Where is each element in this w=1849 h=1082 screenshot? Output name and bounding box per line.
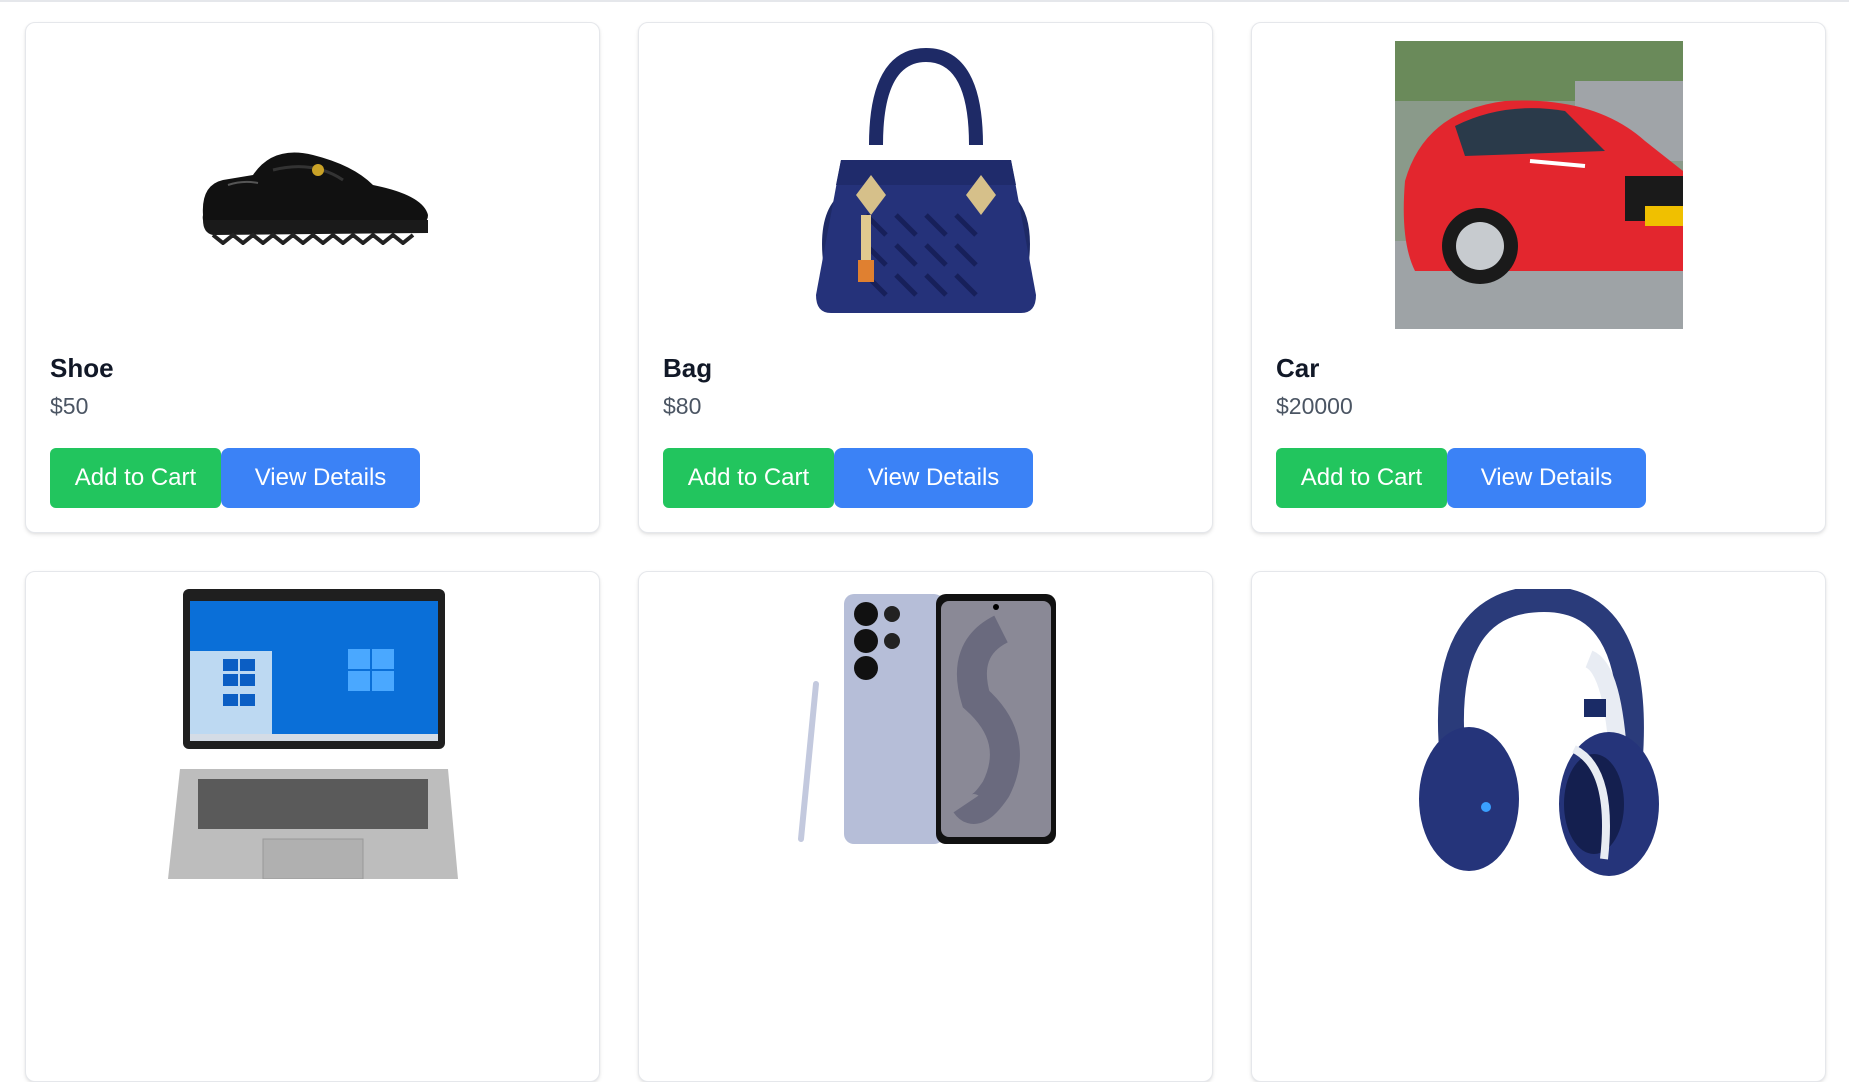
car-image xyxy=(1394,41,1683,329)
product-price: $50 xyxy=(50,393,89,419)
product-card: Bag $80 Add to Cart View Details xyxy=(638,22,1213,533)
product-card xyxy=(1251,571,1826,1082)
product-image xyxy=(50,23,575,323)
product-card xyxy=(638,571,1213,1082)
product-price: $20000 xyxy=(1276,393,1353,419)
phone-image xyxy=(797,594,1056,844)
product-image xyxy=(663,23,1188,323)
product-name: Car xyxy=(1276,353,1320,383)
product-image xyxy=(663,572,1188,872)
view-details-button[interactable]: View Details xyxy=(1447,448,1646,508)
product-image xyxy=(50,572,575,879)
add-to-cart-button[interactable]: Add to Cart xyxy=(1276,448,1447,508)
shoe-image xyxy=(202,152,428,245)
add-to-cart-button[interactable]: Add to Cart xyxy=(50,448,221,508)
add-to-cart-button[interactable]: Add to Cart xyxy=(663,448,834,508)
product-card: Shoe $50 Add to Cart View Details xyxy=(25,22,600,533)
product-card: Car $20000 Add to Cart View Details xyxy=(1251,22,1826,533)
product-image xyxy=(1276,23,1801,329)
product-card xyxy=(25,571,600,1082)
view-details-button[interactable]: View Details xyxy=(834,448,1033,508)
top-divider xyxy=(0,0,1849,2)
laptop-image xyxy=(167,589,458,879)
headphones-image xyxy=(1418,589,1659,876)
product-actions: Add to Cart View Details xyxy=(1276,448,1646,508)
product-price: $80 xyxy=(663,393,702,419)
product-image xyxy=(1276,572,1801,876)
product-name: Bag xyxy=(663,353,713,383)
view-details-button[interactable]: View Details xyxy=(221,448,420,508)
product-grid: Shoe $50 Add to Cart View Details Bag $8… xyxy=(25,22,1826,1082)
product-actions: Add to Cart View Details xyxy=(663,448,1033,508)
product-actions: Add to Cart View Details xyxy=(50,448,420,508)
bag-image xyxy=(815,47,1036,313)
product-name: Shoe xyxy=(50,353,114,383)
